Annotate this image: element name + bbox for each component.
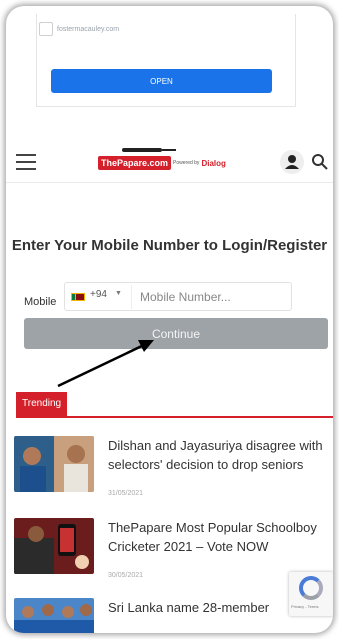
news-thumbnail[interactable]: [14, 436, 94, 492]
login-title: Enter Your Mobile Number to Login/Regist…: [11, 237, 328, 254]
logo-powered-text: Powered by: [173, 160, 200, 166]
logo-partner-text: Dialog: [201, 158, 226, 168]
recaptcha-text[interactable]: Privacy - Terms: [291, 604, 318, 609]
trending-tab[interactable]: Trending: [16, 392, 68, 416]
search-icon[interactable]: [311, 153, 329, 171]
user-account-icon[interactable]: [280, 150, 304, 174]
cricket-bat-icon: [122, 148, 176, 152]
ad-favicon-icon: [39, 22, 53, 36]
mobile-number-input[interactable]: [131, 285, 292, 309]
trending-section-header: Trending: [16, 392, 333, 418]
news-date: 30/05/2021: [108, 572, 144, 579]
ad-banner: fostermacauley.com OPEN: [36, 14, 296, 107]
dial-code[interactable]: +94: [90, 289, 107, 300]
news-headline[interactable]: ThePapare Most Popular Schoolboy Cricket…: [108, 518, 333, 556]
ad-open-button[interactable]: OPEN: [51, 69, 272, 93]
hamburger-menu-icon[interactable]: [16, 154, 36, 170]
news-thumbnail[interactable]: [14, 518, 94, 574]
recaptcha-icon: [299, 576, 323, 600]
mobile-label: Mobile: [24, 296, 57, 308]
news-date: 31/05/2021: [108, 490, 144, 497]
news-thumbnail[interactable]: [14, 598, 94, 633]
recaptcha-badge[interactable]: Privacy - Terms: [289, 572, 333, 616]
chevron-down-icon[interactable]: ▼: [115, 290, 122, 297]
site-header: ThePapare.com Powered by Dialog: [6, 142, 333, 183]
news-headline[interactable]: Dilshan and Jayasuriya disagree with sel…: [108, 436, 333, 474]
mobile-number-field: +94 ▼: [64, 282, 292, 311]
ad-url: fostermacauley.com: [57, 26, 120, 33]
logo-main-text: ThePapare.com: [98, 156, 172, 170]
annotation-arrow-icon: [57, 340, 154, 388]
site-logo[interactable]: ThePapare.com Powered by Dialog: [98, 148, 226, 172]
sri-lanka-flag-icon[interactable]: [71, 293, 85, 301]
phone-screen: fostermacauley.com OPEN ThePapare.com Po…: [6, 6, 333, 633]
